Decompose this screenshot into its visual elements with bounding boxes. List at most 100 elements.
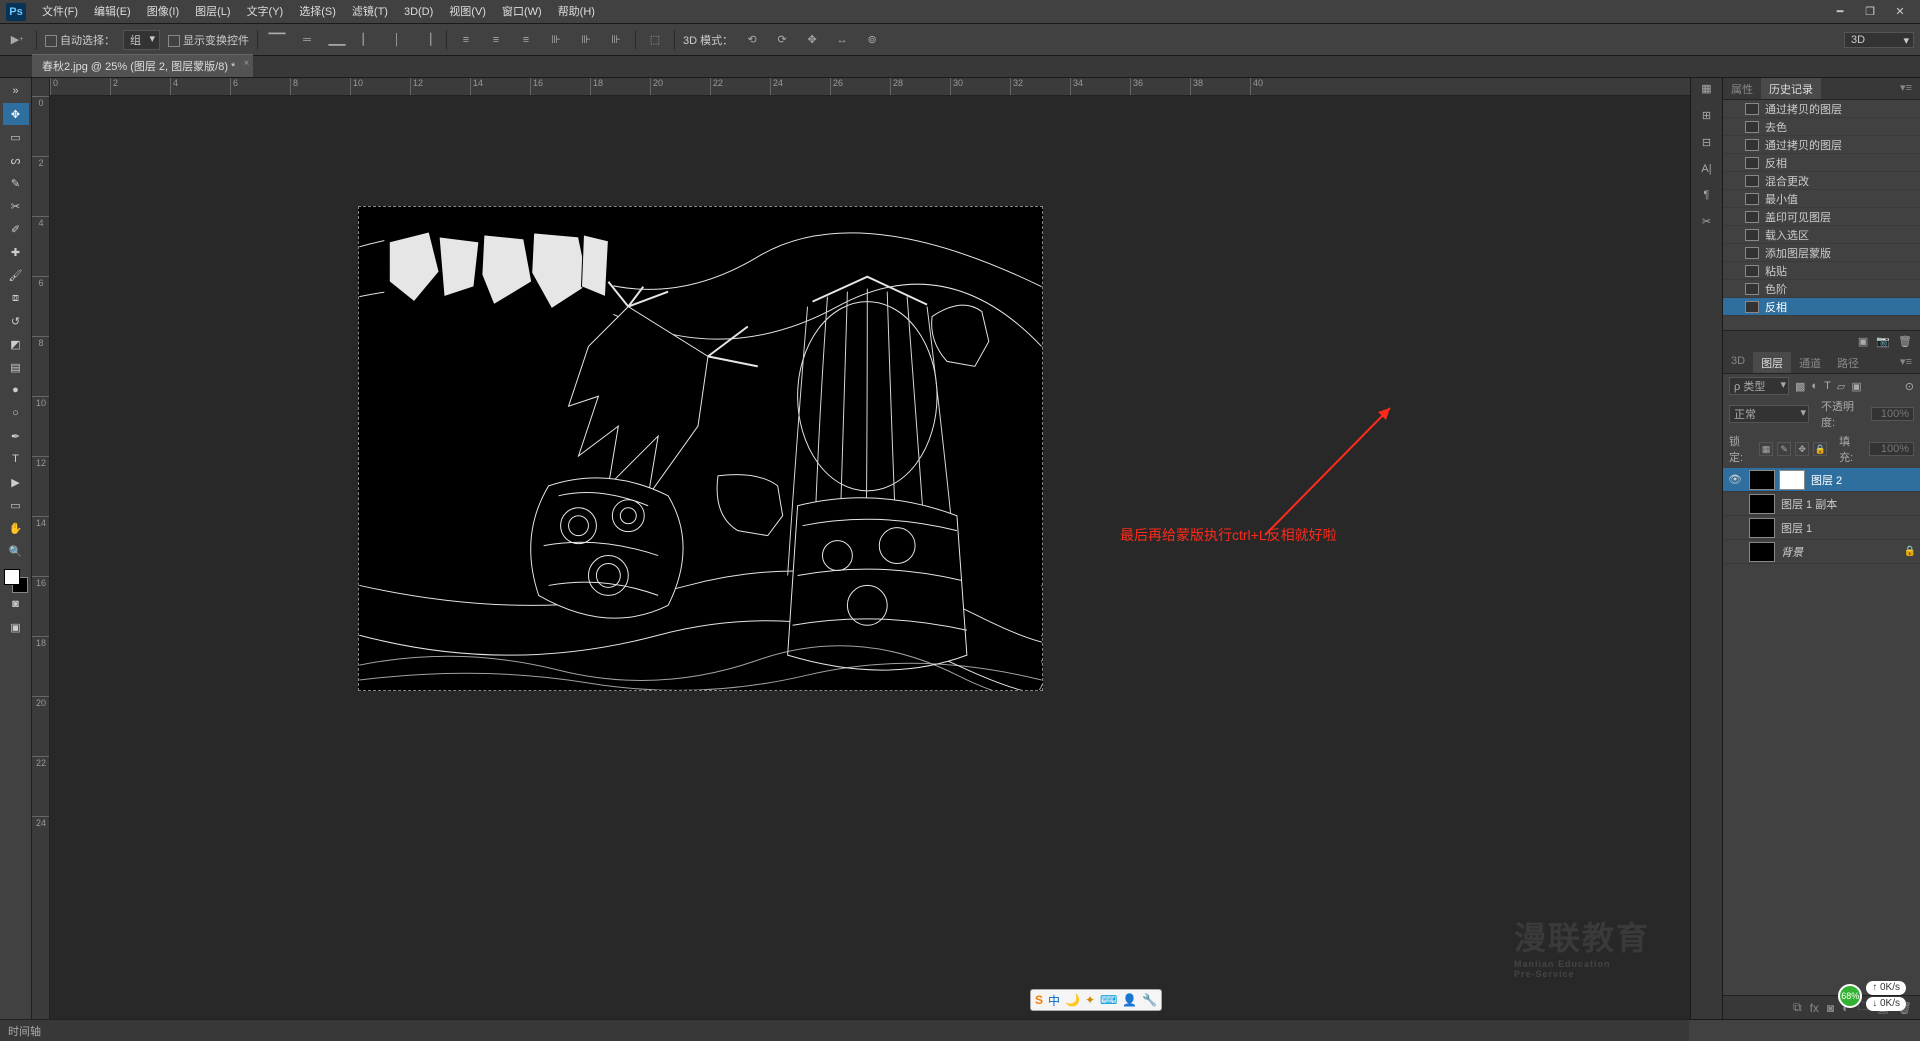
layer-mask-thumbnail[interactable] xyxy=(1779,470,1805,490)
menu-image[interactable]: 图像(I) xyxy=(139,0,187,24)
history-state[interactable]: 混合更改 xyxy=(1723,172,1920,190)
layer-name[interactable]: 背景 xyxy=(1781,544,1898,560)
history-state[interactable]: 色阶 xyxy=(1723,280,1920,298)
new-snapshot-icon[interactable]: 📷 xyxy=(1876,335,1890,348)
layer-row[interactable]: 背景🔒 xyxy=(1723,540,1920,564)
paragraph-panel-icon[interactable]: ¶ xyxy=(1704,189,1710,201)
timeline-panel-tab[interactable]: 时间轴 xyxy=(0,1019,1689,1041)
move-tool[interactable]: ✥ xyxy=(3,103,29,125)
history-list[interactable]: 通过拷贝的图层去色通过拷贝的图层反相混合更改最小值盖印可见图层载入选区添加图层蒙… xyxy=(1723,100,1920,330)
path-select-tool[interactable]: ▶ xyxy=(3,471,29,493)
menu-layer[interactable]: 图层(L) xyxy=(187,0,238,24)
auto-select-target-dropdown[interactable]: 组 xyxy=(123,30,160,50)
adjustments-panel-icon[interactable]: ⊟ xyxy=(1702,136,1711,149)
filter-adjust-icon[interactable]: ◐ xyxy=(1811,380,1818,392)
history-state[interactable]: 载入选区 xyxy=(1723,226,1920,244)
gradient-tool[interactable]: ▤ xyxy=(3,356,29,378)
layer-filter-kind[interactable]: ρ 类型 xyxy=(1729,377,1789,395)
tool-collapse-handle[interactable]: » xyxy=(3,80,29,102)
swatches-panel-icon[interactable]: ⊞ xyxy=(1702,109,1711,122)
align-left-icon[interactable]: ▏ xyxy=(356,29,378,51)
3d-roll-icon[interactable]: ⟳ xyxy=(771,29,793,51)
3d-zoom-icon[interactable]: ⊚ xyxy=(861,29,883,51)
align-vcenter-icon[interactable]: ═ xyxy=(296,29,318,51)
filter-smart-icon[interactable]: ▣ xyxy=(1851,380,1861,393)
foreground-color-swatch[interactable] xyxy=(4,569,20,585)
filter-shape-icon[interactable]: ▱ xyxy=(1837,380,1845,393)
tab-3d[interactable]: 3D xyxy=(1723,352,1753,373)
document-tab[interactable]: 春秋2.jpg @ 25% (图层 2, 图层蒙版/8) * × xyxy=(32,54,253,77)
tab-layers[interactable]: 图层 xyxy=(1753,352,1791,373)
3d-slide-icon[interactable]: ↔ xyxy=(831,29,853,51)
filter-toggle-icon[interactable]: ⊙ xyxy=(1905,380,1914,393)
ime-sparkle-icon[interactable]: ✦ xyxy=(1085,993,1095,1007)
align-right-icon[interactable]: ▕ xyxy=(416,29,438,51)
menu-view[interactable]: 视图(V) xyxy=(441,0,494,24)
history-state[interactable]: 添加图层蒙版 xyxy=(1723,244,1920,262)
color-panel-icon[interactable]: ▦ xyxy=(1701,82,1711,95)
create-snapshot-icon[interactable]: ▣ xyxy=(1858,335,1868,348)
character-panel-icon[interactable]: A| xyxy=(1701,163,1711,175)
layer-panel-menu-icon[interactable]: ▾≡ xyxy=(1892,352,1920,373)
workspace-switcher[interactable]: 3D xyxy=(1844,32,1914,48)
lock-pixels-icon[interactable]: ✎ xyxy=(1777,442,1791,456)
panel-menu-icon[interactable]: ▾≡ xyxy=(1892,78,1920,99)
lock-trans-icon[interactable]: ▦ xyxy=(1759,442,1773,456)
eraser-tool[interactable]: ◩ xyxy=(3,333,29,355)
show-transform-checkbox[interactable]: 显示变换控件 xyxy=(168,32,249,48)
move-tool-preset-icon[interactable]: ▶+ xyxy=(6,29,28,51)
auto-select-checkbox[interactable]: 自动选择： xyxy=(45,32,115,48)
eyedropper-tool[interactable]: ✐ xyxy=(3,218,29,240)
menu-file[interactable]: 文件(F) xyxy=(34,0,86,24)
dodge-tool[interactable]: ○ xyxy=(3,402,29,424)
distribute-top-icon[interactable]: ≡ xyxy=(455,29,477,51)
window-minimize-button[interactable]: ━ xyxy=(1826,2,1854,22)
lock-position-icon[interactable]: ✥ xyxy=(1795,442,1809,456)
distribute-left-icon[interactable]: ⊪ xyxy=(545,29,567,51)
menu-3d[interactable]: 3D(D) xyxy=(396,0,441,24)
close-tab-icon[interactable]: × xyxy=(243,58,249,69)
history-tab[interactable]: 历史记录 xyxy=(1761,78,1821,99)
layer-fx-icon[interactable]: fx xyxy=(1810,1001,1819,1015)
properties-tab[interactable]: 属性 xyxy=(1723,78,1761,99)
blur-tool[interactable]: ● xyxy=(3,379,29,401)
opacity-input[interactable]: 100% xyxy=(1871,407,1914,421)
quick-mask-toggle[interactable]: ◙ xyxy=(3,593,29,615)
align-bottom-icon[interactable]: ▁▁ xyxy=(326,29,348,51)
layer-name[interactable]: 图层 1 xyxy=(1781,520,1916,536)
filter-pixel-icon[interactable]: ▩ xyxy=(1795,380,1805,393)
distribute-bottom-icon[interactable]: ≡ xyxy=(515,29,537,51)
menu-filter[interactable]: 滤镜(T) xyxy=(344,0,396,24)
layer-visibility-toggle[interactable]: 👁 xyxy=(1727,473,1743,486)
pen-tool[interactable]: ✒ xyxy=(3,425,29,447)
history-state[interactable]: 盖印可见图层 xyxy=(1723,208,1920,226)
layer-row[interactable]: 图层 1 副本 xyxy=(1723,492,1920,516)
auto-align-icon[interactable]: ⬚ xyxy=(644,29,666,51)
ime-keyboard-icon[interactable]: ⌨ xyxy=(1100,993,1117,1007)
distribute-hcenter-icon[interactable]: ⊪ xyxy=(575,29,597,51)
history-state[interactable]: 通过拷贝的图层 xyxy=(1723,100,1920,118)
crop-tool[interactable]: ✂ xyxy=(3,195,29,217)
shape-tool[interactable]: ▭ xyxy=(3,494,29,516)
3d-pan-icon[interactable]: ✥ xyxy=(801,29,823,51)
fill-input[interactable]: 100% xyxy=(1869,442,1914,456)
layer-name[interactable]: 图层 1 副本 xyxy=(1781,496,1916,512)
tools-preset-panel-icon[interactable]: ✂ xyxy=(1702,215,1711,228)
color-swatches[interactable] xyxy=(4,569,28,593)
delete-state-icon[interactable]: 🗑 xyxy=(1898,335,1912,348)
history-state[interactable]: 去色 xyxy=(1723,118,1920,136)
ime-toolbar[interactable]: S 中 🌙 ✦ ⌨ 👤 🔧 xyxy=(1030,989,1162,1011)
layer-row[interactable]: 图层 1 xyxy=(1723,516,1920,540)
window-maximize-button[interactable]: ❐ xyxy=(1856,2,1884,22)
canvas-area[interactable]: 漫联教育 Manlian Education Pre-Service xyxy=(68,96,1690,1019)
blend-mode-dropdown[interactable]: 正常 xyxy=(1729,405,1809,423)
type-tool[interactable]: T xyxy=(3,448,29,470)
window-close-button[interactable]: ✕ xyxy=(1886,2,1914,22)
hand-tool[interactable]: ✋ xyxy=(3,517,29,539)
layer-row[interactable]: 👁图层 2 xyxy=(1723,468,1920,492)
brush-tool[interactable]: 🖌 xyxy=(3,264,29,286)
link-layers-icon[interactable]: ⧉ xyxy=(1793,1000,1802,1015)
layer-mask-icon[interactable]: ◙ xyxy=(1827,1001,1834,1015)
filter-type-icon[interactable]: T xyxy=(1824,380,1831,392)
tab-channels[interactable]: 通道 xyxy=(1791,352,1829,373)
